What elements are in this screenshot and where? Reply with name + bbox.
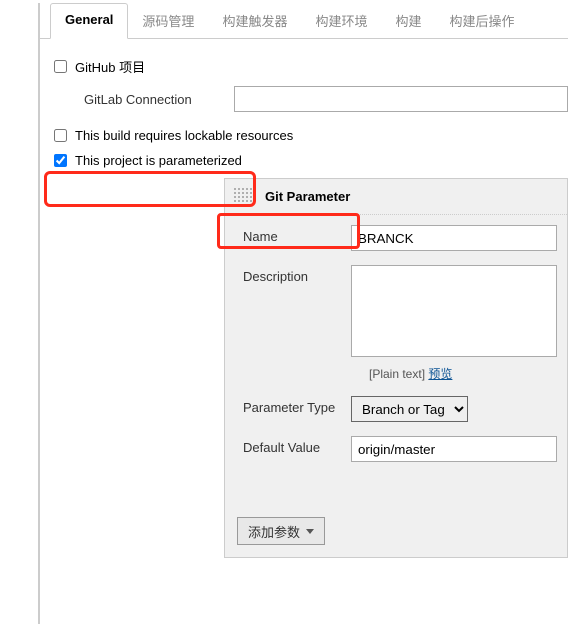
lockable-checkbox[interactable] xyxy=(54,129,67,142)
config-tabs: General 源码管理 构建触发器 构建环境 构建 构建后操作 xyxy=(40,3,568,39)
tab-triggers[interactable]: 构建触发器 xyxy=(208,3,301,38)
git-parameter-panel: Git Parameter Name Description [Plain te… xyxy=(224,178,568,558)
param-name-input[interactable] xyxy=(351,225,557,251)
tab-post-build[interactable]: 构建后操作 xyxy=(435,3,528,38)
param-type-select[interactable]: Branch or Tag xyxy=(351,396,468,422)
lockable-label: This build requires lockable resources xyxy=(75,128,293,143)
add-param-label: 添加参数 xyxy=(248,522,300,541)
tab-general[interactable]: General xyxy=(50,3,128,39)
desc-hint: [Plain text] 预览 xyxy=(369,365,557,382)
gitlab-connection-label: GitLab Connection xyxy=(84,92,234,107)
param-desc-textarea[interactable] xyxy=(351,265,557,357)
tab-env[interactable]: 构建环境 xyxy=(301,3,381,38)
param-default-input[interactable] xyxy=(351,436,557,462)
param-default-label: Default Value xyxy=(243,436,351,462)
gitlab-connection-input[interactable] xyxy=(234,86,568,112)
preview-link[interactable]: 预览 xyxy=(428,367,452,381)
tab-scm[interactable]: 源码管理 xyxy=(128,3,208,38)
param-desc-label: Description xyxy=(243,265,351,357)
caret-down-icon xyxy=(306,529,314,534)
param-name-label: Name xyxy=(243,225,351,251)
parameterized-label: This project is parameterized xyxy=(75,153,242,168)
github-project-checkbox[interactable] xyxy=(54,60,67,73)
github-project-label: GitHub 项目 xyxy=(75,57,145,76)
parameterized-checkbox[interactable] xyxy=(54,154,67,167)
add-parameter-button[interactable]: 添加参数 xyxy=(237,517,325,545)
param-title: Git Parameter xyxy=(265,189,350,204)
tab-build[interactable]: 构建 xyxy=(381,3,435,38)
param-type-label: Parameter Type xyxy=(243,396,351,422)
plain-text-hint: [Plain text] xyxy=(369,367,425,381)
drag-handle-icon[interactable] xyxy=(233,187,253,207)
